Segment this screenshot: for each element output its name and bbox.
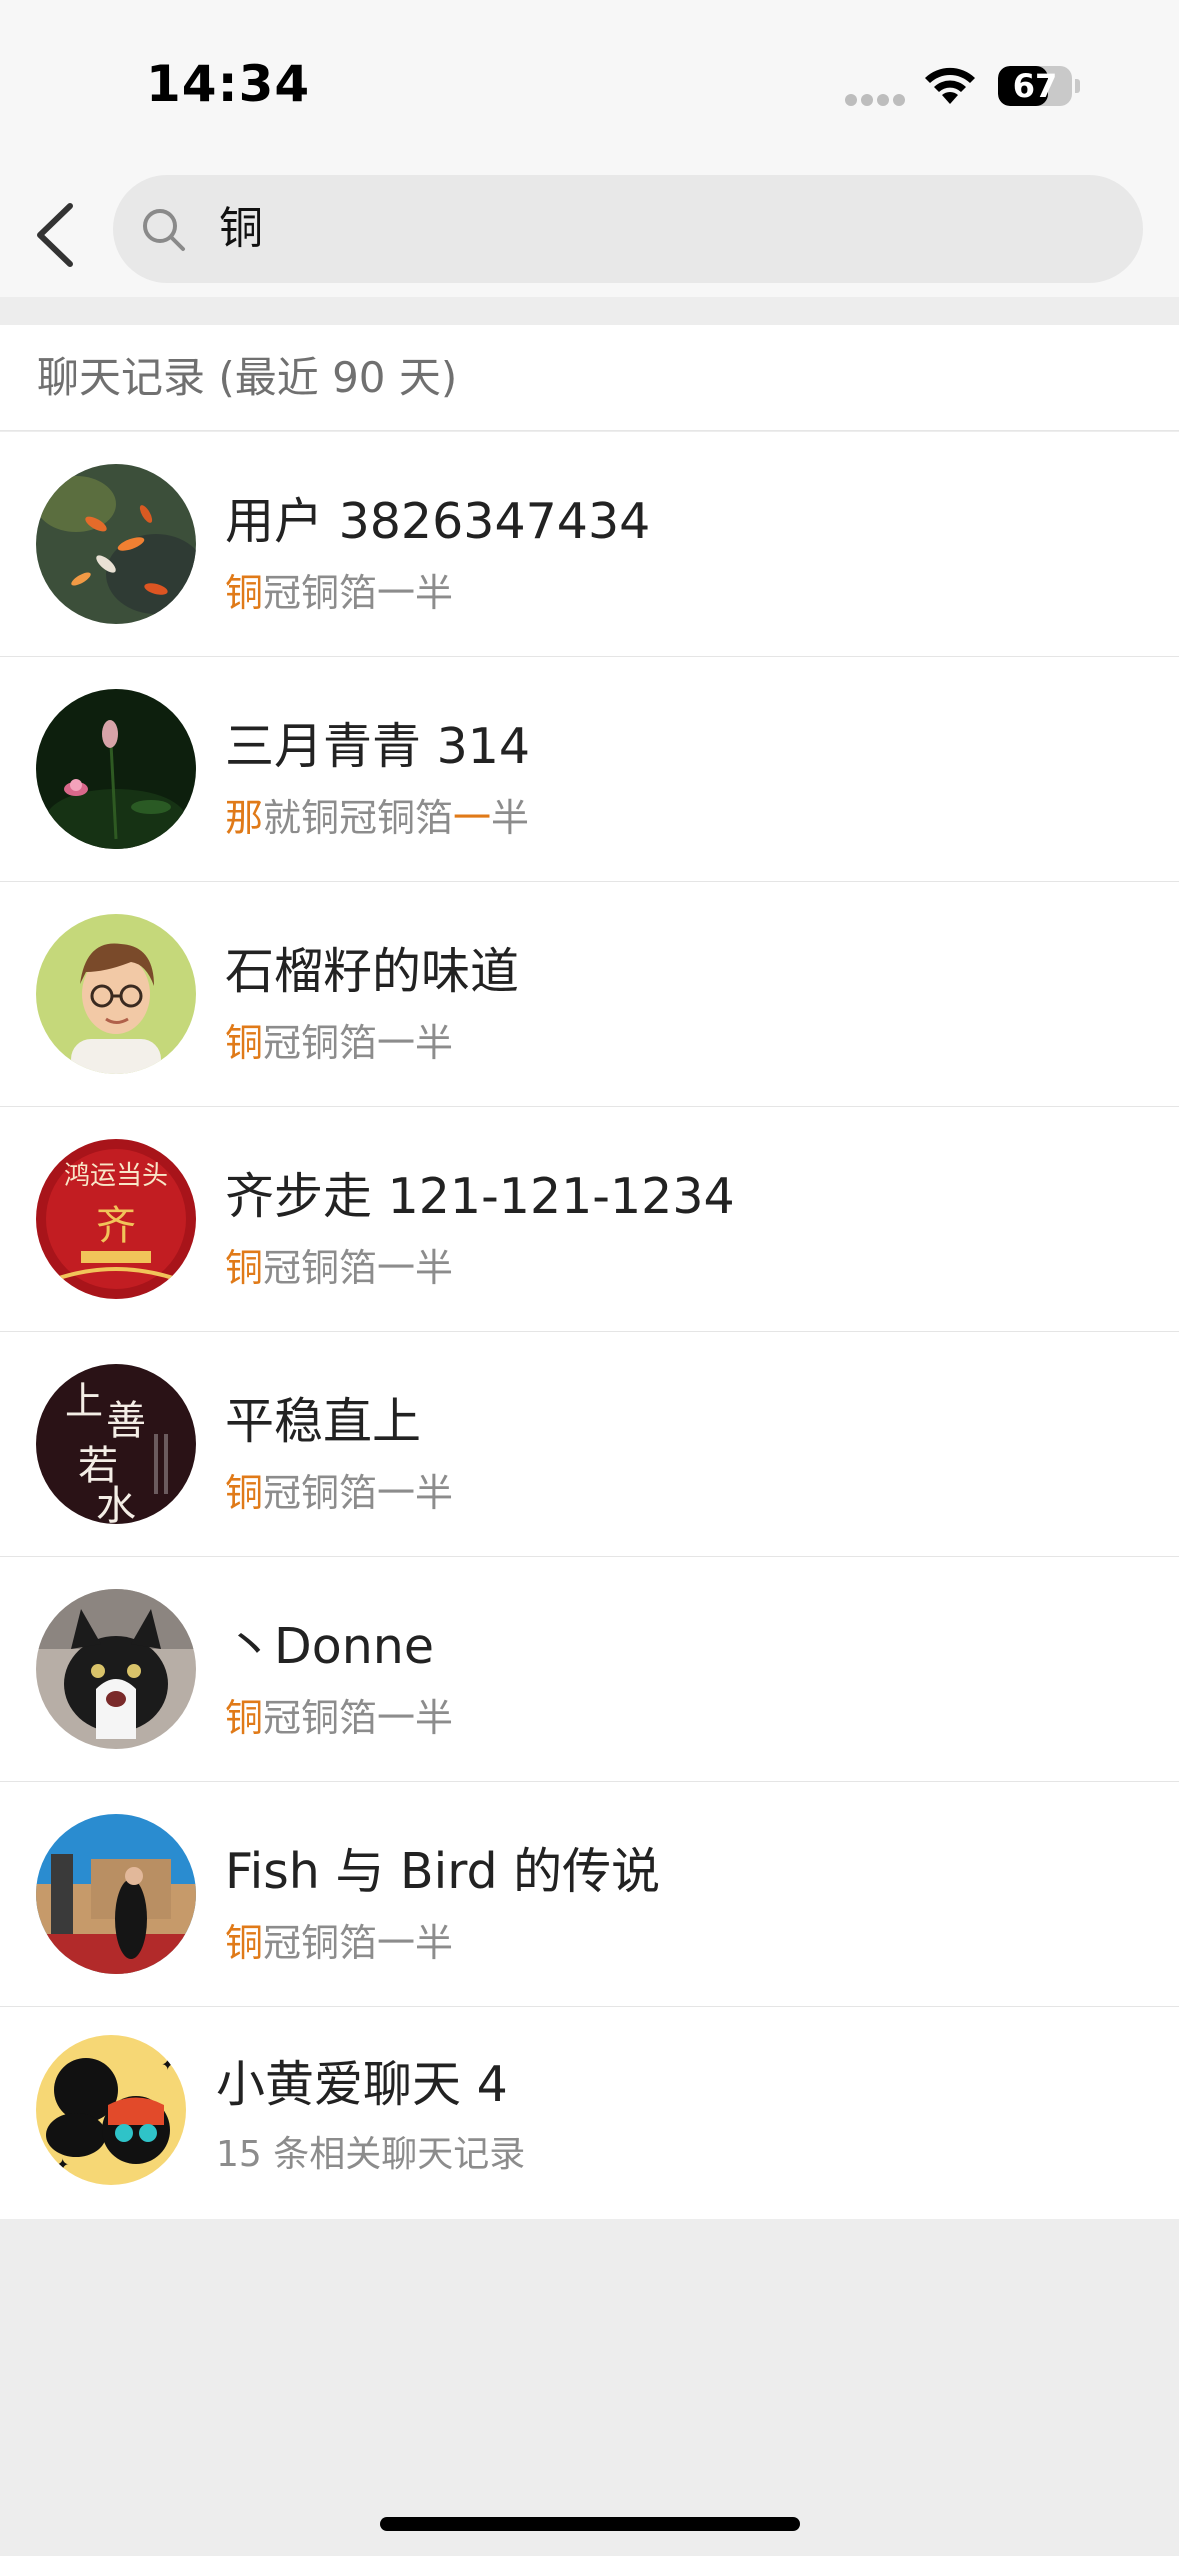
result-row[interactable]: ✦ ✦ 小黄爱聊天 4 15 条相关聊天记录 [0, 2007, 1179, 2219]
result-row[interactable]: 上 善 若 水 平稳直上 铜冠铜箔一半 [0, 1332, 1179, 1557]
contact-name: 平稳直上 [225, 1393, 422, 1450]
result-row[interactable]: 用户 3826347434 铜冠铜箔一半 [0, 432, 1179, 657]
svg-text:水: 水 [96, 1483, 136, 1524]
avatar [36, 1814, 196, 1974]
battery-level: 67 [1012, 67, 1058, 105]
home-indicator[interactable] [380, 2517, 800, 2531]
avatar [36, 1589, 196, 1749]
message-snippet: 铜冠铜箔一半 [225, 1021, 454, 1065]
message-snippet: 铜冠铜箔一半 [225, 1246, 454, 1290]
battery-tip [1075, 79, 1080, 93]
contact-name: 齐步走 121-121-1234 [225, 1168, 735, 1225]
svg-text:✦: ✦ [56, 2155, 69, 2174]
contact-name: 石榴籽的味道 [225, 943, 520, 1000]
avatar: 鸿运当头 齐 [36, 1139, 196, 1299]
battery-icon: 67 [998, 66, 1072, 106]
message-snippet: 铜冠铜箔一半 [225, 1921, 454, 1965]
section-header: 聊天记录 (最近 90 天) [0, 325, 1179, 431]
contact-name: 三月青青 314 [225, 718, 531, 775]
svg-text:上: 上 [65, 1379, 103, 1423]
back-chevron-icon[interactable] [30, 200, 86, 270]
result-row[interactable]: 丶Donne 铜冠铜箔一半 [0, 1557, 1179, 1782]
related-count: 15 条相关聊天记录 [216, 2134, 526, 2175]
contact-name: 用户 3826347434 [225, 493, 651, 550]
svg-text:善: 善 [106, 1398, 146, 1444]
message-snippet: 铜冠铜箔一半 [225, 571, 454, 615]
result-row[interactable]: 石榴籽的味道 铜冠铜箔一半 [0, 882, 1179, 1107]
message-snippet: 那就铜冠铜箔一半 [225, 796, 530, 840]
svg-text:✦: ✦ [161, 2055, 174, 2074]
contact-name: Fish 与 Bird 的传说 [225, 1843, 661, 1900]
contact-name: 丶Donne [225, 1618, 434, 1675]
section-title: 聊天记录 (最近 90 天) [37, 353, 458, 402]
wifi-icon [925, 67, 975, 104]
search-icon [143, 209, 185, 251]
search-header [0, 160, 1179, 297]
avatar [36, 689, 196, 849]
search-bar[interactable] [113, 175, 1143, 283]
result-list: 用户 3826347434 铜冠铜箔一半 三月青青 314 那就铜冠铜箔一半 石… [0, 432, 1179, 2219]
avatar [36, 914, 196, 1074]
result-row[interactable]: Fish 与 Bird 的传说 铜冠铜箔一半 [0, 1782, 1179, 2007]
result-row[interactable]: 三月青青 314 那就铜冠铜箔一半 [0, 657, 1179, 882]
svg-text:鸿运当头: 鸿运当头 [64, 1161, 168, 1191]
avatar: 上 善 若 水 [36, 1364, 196, 1524]
avatar [36, 464, 196, 624]
contact-name: 小黄爱聊天 4 [216, 2056, 508, 2113]
result-row[interactable]: 鸿运当头 齐 齐步走 121-121-1234 铜冠铜箔一半 [0, 1107, 1179, 1332]
status-bar: 14:34 67 [0, 0, 1179, 160]
status-time: 14:34 [146, 55, 311, 113]
avatar: ✦ ✦ [36, 2035, 186, 2185]
message-snippet: 铜冠铜箔一半 [225, 1471, 454, 1515]
search-input[interactable] [219, 175, 1099, 283]
cellular-signal-icon [845, 94, 905, 106]
message-snippet: 铜冠铜箔一半 [225, 1696, 454, 1740]
svg-text:齐: 齐 [96, 1203, 136, 1249]
